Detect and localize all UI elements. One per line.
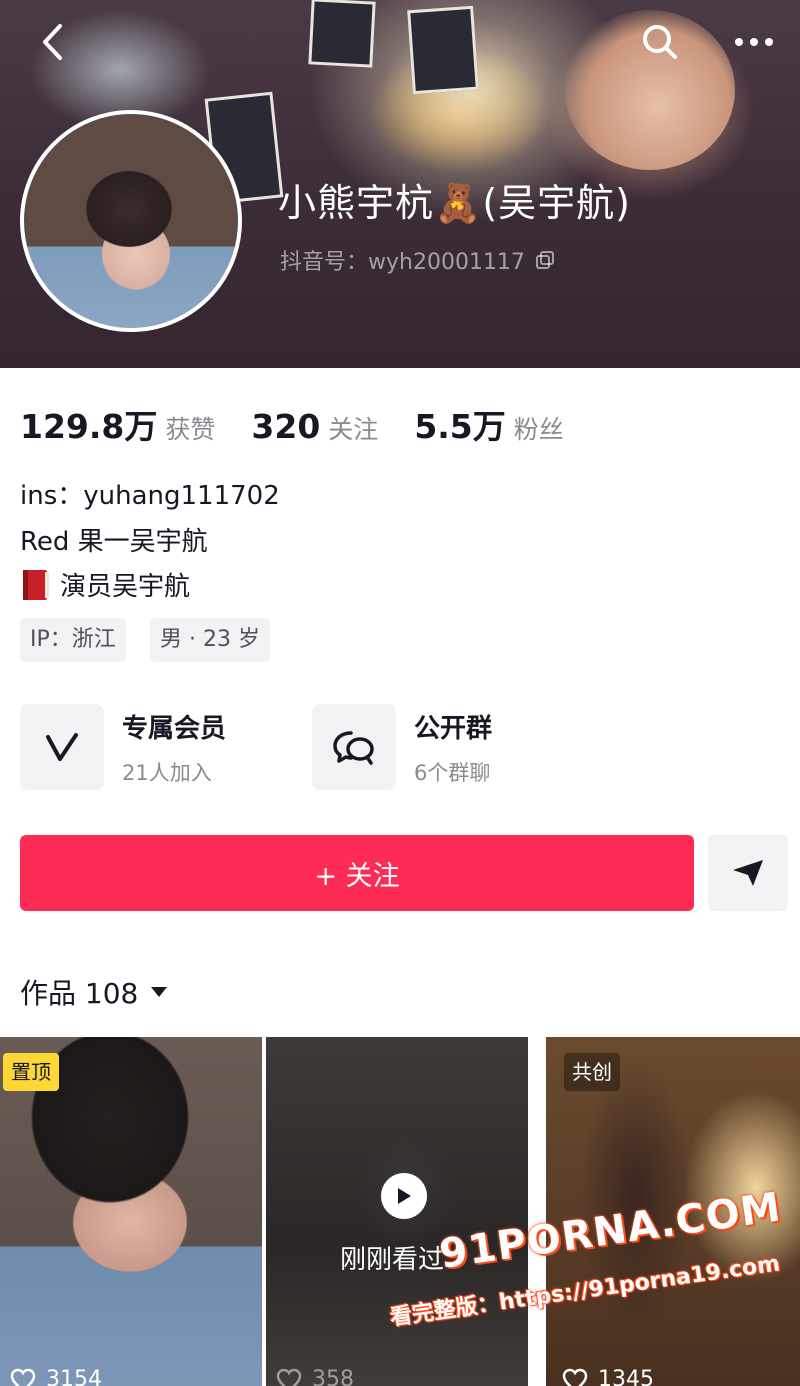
nickname: 小熊宇杭🧸(吴宇航) bbox=[278, 181, 631, 225]
ip-location-tag: IP：浙江 bbox=[20, 618, 126, 662]
chat-bubbles-icon bbox=[333, 731, 374, 765]
works-tab-label: 作品 108 bbox=[20, 977, 139, 1010]
bio-line-3-text: 演员吴宇航 bbox=[60, 572, 191, 602]
likes-stat[interactable]: 129.8万 获赞 bbox=[20, 400, 215, 448]
group-subtitle: 6个群聊 bbox=[414, 760, 491, 785]
following-label: 关注 bbox=[328, 415, 379, 444]
search-button[interactable] bbox=[636, 18, 684, 66]
caret-down-icon bbox=[151, 987, 168, 997]
co-create-badge: 共创 bbox=[564, 1053, 620, 1091]
more-dots-icon bbox=[735, 38, 773, 46]
search-icon bbox=[643, 25, 677, 59]
followers-stat[interactable]: 5.5万 粉丝 bbox=[414, 400, 563, 448]
bio-line-1: ins：yuhang111702 bbox=[20, 481, 280, 511]
video-likes-count: 1345 bbox=[598, 1367, 654, 1386]
douyin-id[interactable]: 抖音号：wyh20001117 bbox=[280, 244, 555, 276]
bio-line-3: 演员吴宇航 bbox=[20, 566, 190, 603]
pinned-badge: 置顶 bbox=[3, 1053, 59, 1091]
avatar[interactable] bbox=[20, 110, 242, 332]
more-button[interactable] bbox=[730, 18, 778, 66]
follow-button[interactable]: + 关注 bbox=[20, 835, 694, 911]
play-icon bbox=[398, 1188, 411, 1204]
douyin-id-text: 抖音号：wyh20001117 bbox=[280, 250, 525, 275]
back-button[interactable] bbox=[28, 18, 76, 66]
membership-card[interactable]: 专属会员 21人加入 bbox=[20, 704, 226, 790]
v-logo-icon bbox=[46, 733, 78, 761]
following-count: 320 bbox=[251, 407, 321, 446]
red-book-icon bbox=[23, 569, 49, 600]
chevron-left-icon bbox=[43, 24, 62, 60]
likes-count: 129.8万 bbox=[20, 407, 158, 446]
works-tab[interactable]: 作品 108 bbox=[20, 972, 168, 1012]
heart-icon bbox=[562, 1368, 588, 1386]
video-likes: 1345 bbox=[562, 1367, 654, 1386]
video-likes: 3154 bbox=[10, 1367, 102, 1386]
recently-watched-label: 刚刚看过 bbox=[340, 1245, 445, 1275]
group-icon-box bbox=[312, 704, 396, 790]
followers-count: 5.5万 bbox=[414, 407, 506, 446]
gender-age-tag: 男 · 23 岁 bbox=[150, 618, 270, 662]
profile-stats: 129.8万 获赞 320 关注 5.5万 粉丝 bbox=[20, 400, 564, 448]
heart-icon bbox=[276, 1368, 302, 1386]
video-likes-count: 3154 bbox=[46, 1367, 102, 1386]
following-stat[interactable]: 320 关注 bbox=[251, 407, 378, 446]
video-thumbnail-1[interactable]: 置顶 3154 bbox=[0, 1037, 262, 1386]
video-likes: 358 bbox=[276, 1367, 354, 1386]
public-group-card[interactable]: 公开群 6个群聊 bbox=[312, 704, 492, 790]
group-title: 公开群 bbox=[414, 713, 493, 744]
video-likes-count: 358 bbox=[312, 1367, 354, 1386]
header-photo-card bbox=[308, 0, 376, 68]
likes-label: 获赞 bbox=[165, 415, 216, 444]
profile-header: 小熊宇杭🧸(吴宇航) 抖音号：wyh20001117 bbox=[0, 0, 800, 368]
bio-line-2: Red 果一吴宇航 bbox=[20, 527, 208, 557]
play-button[interactable] bbox=[381, 1173, 427, 1219]
membership-icon-box bbox=[20, 704, 104, 790]
heart-icon bbox=[10, 1368, 36, 1386]
header-photo-card bbox=[407, 5, 479, 95]
send-icon bbox=[733, 860, 763, 886]
share-button[interactable] bbox=[708, 835, 788, 911]
membership-title: 专属会员 bbox=[122, 713, 227, 744]
copy-icon[interactable] bbox=[535, 250, 555, 270]
followers-label: 粉丝 bbox=[513, 415, 564, 444]
membership-subtitle: 21人加入 bbox=[122, 760, 212, 785]
video-thumbnail-2[interactable]: 刚刚看过 358 bbox=[266, 1037, 528, 1386]
